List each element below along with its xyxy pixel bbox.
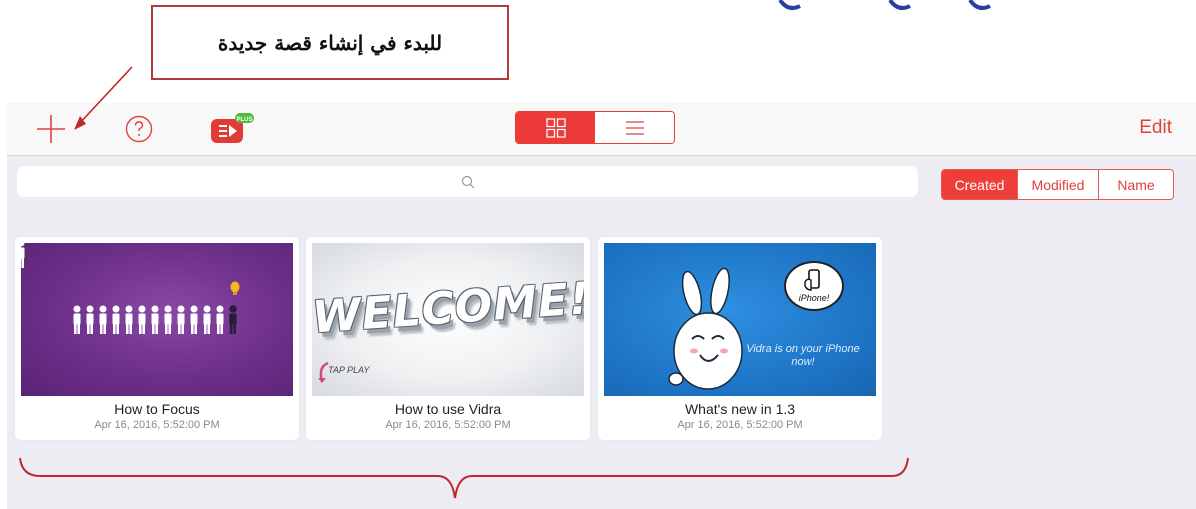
plus-badge: PLUS <box>236 117 252 123</box>
callout-box: للبدء في إنشاء قصة جديدة <box>151 5 509 80</box>
search-icon <box>461 175 474 188</box>
rabbit-illustration <box>668 267 743 390</box>
list-view-button[interactable] <box>595 112 674 143</box>
edit-button[interactable]: Edit <box>1139 117 1172 139</box>
question-circle-icon[interactable] <box>123 113 155 145</box>
grid-view-button[interactable] <box>516 112 595 143</box>
story-card[interactable]: iPhone! Vidra is on your iPhone now! Wha… <box>598 237 882 440</box>
story-thumbnail: iPhone! Vidra is on your iPhone now! <box>604 243 876 396</box>
phone-hand-icon <box>804 269 820 291</box>
story-thumbnail <box>21 243 293 396</box>
plus-icon[interactable] <box>33 111 69 147</box>
vidra-plus-logo[interactable]: PLUS <box>209 111 255 147</box>
people-crowd-illustration <box>21 243 240 334</box>
story-date: Apr 16, 2016, 5:52:00 PM <box>94 419 220 431</box>
story-card[interactable]: WELCOME! TAP PLAY How to use Vidra Apr 1… <box>306 237 590 440</box>
sort-created-button[interactable]: Created <box>942 170 1018 199</box>
sort-modified-button[interactable]: Modified <box>1018 170 1099 199</box>
tap-play-hint: TAP PLAY <box>328 365 370 375</box>
decorative-title-fragment <box>778 0 991 10</box>
welcome-graphic-text: WELCOME! <box>312 273 584 344</box>
story-date: Apr 16, 2016, 5:52:00 PM <box>677 419 803 431</box>
callout-text: للبدء في إنشاء قصة جديدة <box>217 30 443 55</box>
story-date: Apr 16, 2016, 5:52:00 PM <box>385 419 511 431</box>
app-screen: PLUS Edit Created Modified Name How to F… <box>7 103 1196 509</box>
view-mode-segment <box>515 111 675 144</box>
search-input[interactable] <box>17 166 918 197</box>
iphone-badge-text: iPhone! <box>798 293 830 303</box>
story-thumbnail: WELCOME! TAP PLAY <box>312 243 584 396</box>
sort-name-button[interactable]: Name <box>1099 170 1173 199</box>
iphone-speech-bubble: iPhone! <box>784 261 844 311</box>
grid-icon <box>545 117 566 138</box>
story-title: What's new in 1.3 <box>684 401 796 417</box>
sort-segment: Created Modified Name <box>941 169 1174 200</box>
vidra-message-text: Vidra is on your iPhone now! <box>746 343 860 368</box>
story-card[interactable]: How to Focus Apr 16, 2016, 5:52:00 PM <box>15 237 299 440</box>
story-title: How to use Vidra <box>394 401 502 417</box>
top-toolbar: PLUS Edit <box>7 103 1196 156</box>
story-title: How to Focus <box>114 401 200 417</box>
list-icon <box>625 120 644 135</box>
